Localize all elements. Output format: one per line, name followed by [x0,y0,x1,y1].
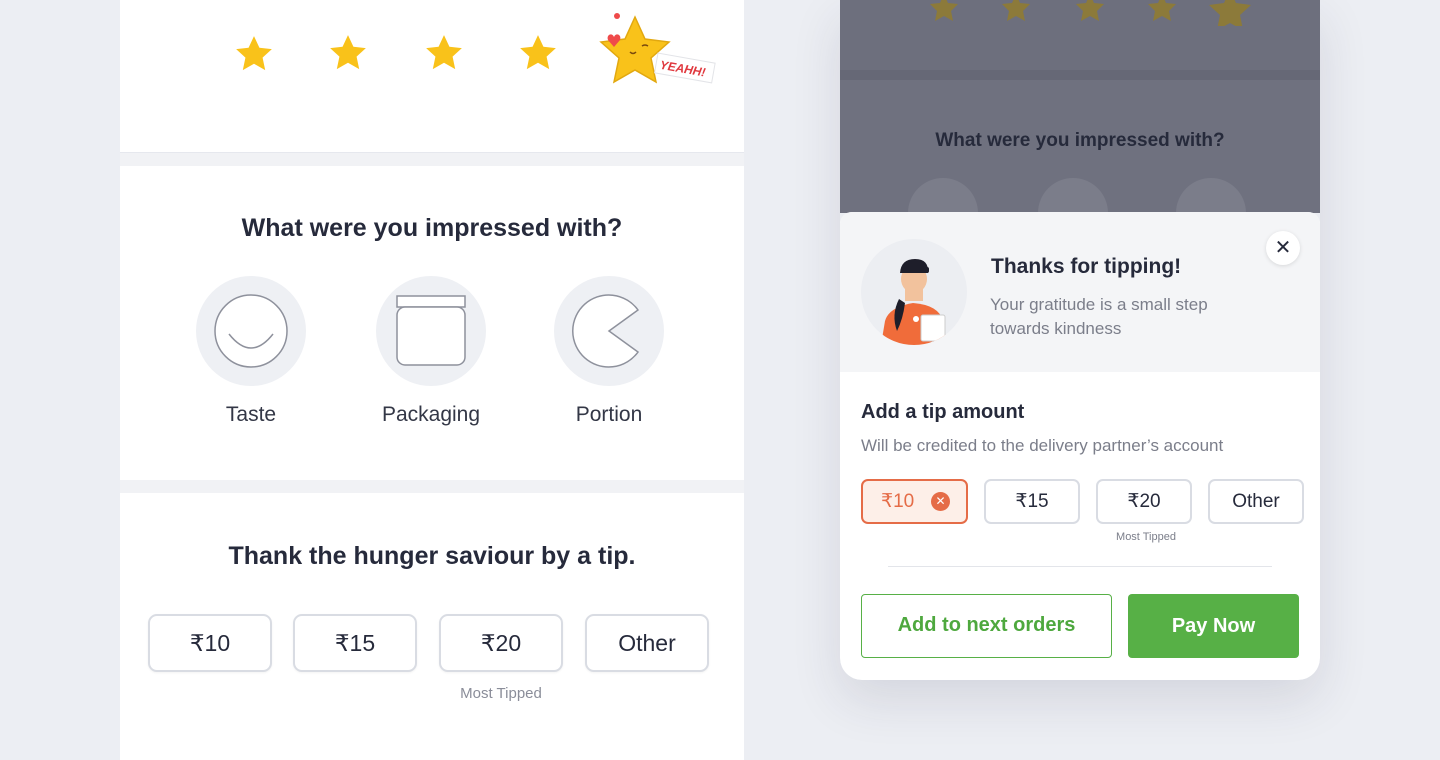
add-tip-title: Add a tip amount [861,401,1025,423]
tip-option-15[interactable]: ₹15 [984,479,1080,524]
tip-option-20[interactable]: ₹20 [439,614,563,672]
tip-card: Thank the hunger saviour by a tip. ₹10 ₹… [120,493,744,760]
plate-smile-icon [196,276,306,386]
impress-option-taste[interactable]: Taste [186,276,316,427]
most-tipped-label: Most Tipped [460,685,542,702]
tip-option-10[interactable]: ₹10 [148,614,272,672]
close-icon: ✕ [1274,237,1292,259]
celebrating-star-icon[interactable]: YEAHH! [590,12,720,97]
tip-option-other[interactable]: Other [1208,479,1304,524]
container-icon [376,276,486,386]
impressed-card: What were you impressed with? Taste Pack… [120,166,744,480]
portion-pie-icon [554,276,664,386]
tip-option-20[interactable]: ₹20 [1096,479,1192,524]
dimmed-star-rating [840,0,1320,80]
star-rating-card: YEAHH! [120,0,744,153]
impress-option-portion[interactable]: Portion [544,276,674,427]
rating-screen: YEAHH! What were you impressed with? Tas… [120,0,744,760]
star-icon[interactable] [327,32,369,74]
thanks-header: Thanks for tipping! Your gratitude is a … [840,212,1320,372]
most-tipped-label: Most Tipped [1116,531,1176,543]
impress-label: Portion [575,403,643,426]
tip-option-other[interactable]: Other [585,614,709,672]
clear-selection-icon[interactable]: ✕ [931,492,950,511]
tip-amount: ₹10 [881,491,915,512]
tip-title: Thank the hunger saviour by a tip. [228,542,636,570]
add-to-next-orders-button[interactable]: Add to next orders [861,594,1112,658]
thanks-title: Thanks for tipping! [991,255,1182,278]
tip-bottom-sheet: Thanks for tipping! Your gratitude is a … [840,212,1320,680]
impressed-title: What were you impressed with? [241,214,623,242]
impress-option-packaging[interactable]: Packaging [366,276,496,427]
delivery-partner-avatar [861,239,967,345]
tip-modal-screen: What were you impressed with? Thanks for… [840,0,1320,680]
close-button[interactable]: ✕ [1266,231,1300,265]
dimmed-impressed-title: What were you impressed with? [935,130,1225,151]
star-icon[interactable] [423,32,465,74]
star-icon[interactable] [517,32,559,74]
tip-option-15[interactable]: ₹15 [293,614,417,672]
add-tip-subtitle: Will be credited to the delivery partner… [861,436,1224,455]
impress-label: Taste [225,403,277,426]
pay-now-button[interactable]: Pay Now [1128,594,1299,658]
star-icon[interactable] [233,33,275,75]
divider [888,566,1272,567]
tip-option-10-selected[interactable]: ₹10 ✕ [861,479,968,524]
impress-label: Packaging [381,403,481,426]
thanks-subtitle: Your gratitude is a small step towards k… [990,295,1208,338]
